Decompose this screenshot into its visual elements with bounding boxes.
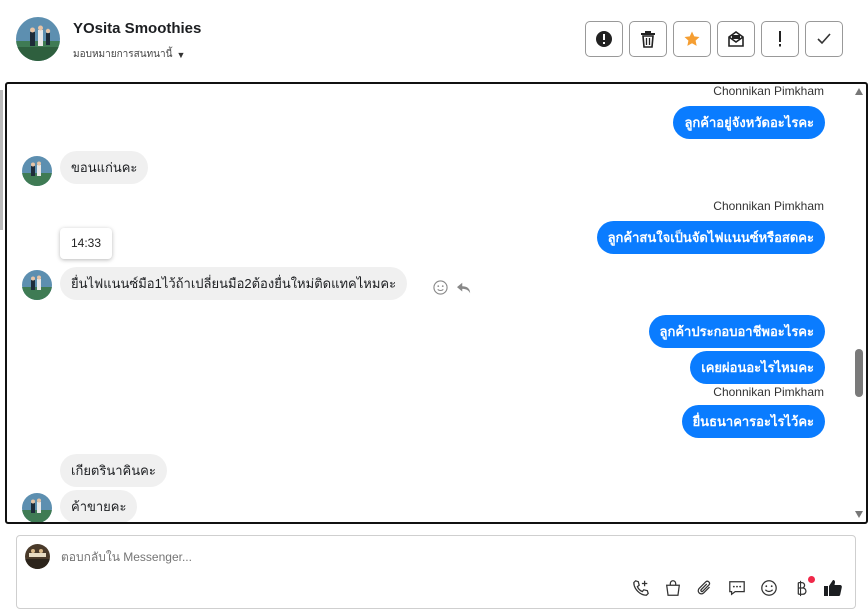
incoming-message[interactable]: ค้าขายคะ [60, 490, 138, 522]
exclamation-icon [779, 31, 781, 47]
mark-done-button[interactable] [805, 21, 843, 57]
inbox-conversation-view: YOsita Smoothies มอบหมายการสนทนานี้ ▼ Ch… [0, 0, 868, 612]
assign-conversation-dropdown[interactable]: มอบหมายการสนทนานี้ ▼ [73, 47, 185, 62]
baht-payment-icon[interactable] [791, 576, 815, 598]
reply-input[interactable] [61, 550, 621, 564]
outgoing-message[interactable]: ลูกค้าประกอบอาชีพอะไรคะ [648, 315, 825, 348]
outgoing-message[interactable]: ยื่นธนาคารอะไรไว้คะ [681, 405, 825, 438]
follow-up-button[interactable] [761, 21, 799, 57]
page-avatar [25, 544, 50, 569]
mark-unread-button[interactable] [717, 21, 755, 57]
outgoing-message[interactable]: เคยผ่อนอะไรไหมคะ [690, 351, 825, 384]
delete-button[interactable] [629, 21, 667, 57]
phone-plus-icon[interactable] [631, 578, 651, 598]
outgoing-message[interactable]: ลูกค้าสนใจเป็นจัดไฟแนนซ์หรือสดคะ [596, 221, 825, 254]
conversation-header: YOsita Smoothies มอบหมายการสนทนานี้ ▼ [0, 0, 868, 80]
message-time-tooltip: 14:33 [60, 228, 112, 259]
contact-avatar-small [22, 270, 52, 300]
contact-avatar-small [22, 156, 52, 186]
exclamation-circle-icon [596, 31, 612, 47]
outgoing-message[interactable]: ลูกค้าอยู่จังหวัดอะไรคะ [673, 106, 825, 139]
message-sender: Chonnikan Pimkham [713, 385, 824, 399]
contact-avatar-small [22, 493, 52, 522]
emoji-icon[interactable] [759, 578, 779, 598]
reply-icon[interactable] [456, 281, 472, 295]
message-sender: Chonnikan Pimkham [713, 199, 824, 213]
checkmark-icon [817, 33, 831, 45]
incoming-message[interactable]: ยื่นไฟแนนซ์มือ1ไว้ถ้าเปลี่ยนมือ2ต้องยื่น… [60, 267, 408, 300]
contact-name: YOsita Smoothies [73, 20, 202, 37]
assign-conversation-label: มอบหมายการสนทนานี้ [73, 49, 173, 60]
react-emoji-icon[interactable] [433, 280, 448, 295]
message-hover-actions [433, 280, 472, 295]
scroll-up-arrow-icon[interactable] [855, 88, 863, 95]
incoming-message[interactable]: เกียตรินาคินคะ [60, 454, 167, 487]
left-panel-edge [0, 90, 3, 230]
message-thread[interactable]: Chonnikan Pimkham ลูกค้าอยู่จังหวัดอะไรค… [5, 82, 868, 524]
saved-reply-icon[interactable] [727, 578, 747, 598]
composer-toolbar [631, 576, 843, 598]
star-icon [684, 31, 700, 46]
thread-scrollbar[interactable] [852, 84, 866, 522]
reply-composer [16, 535, 856, 609]
trash-icon [641, 31, 655, 48]
star-button[interactable] [673, 21, 711, 57]
caret-down-icon: ▼ [176, 49, 186, 60]
message-sender: Chonnikan Pimkham [713, 84, 824, 98]
incoming-message[interactable]: ขอนแก่นคะ [60, 151, 149, 184]
envelope-icon [728, 31, 744, 47]
report-spam-button[interactable] [585, 21, 623, 57]
paperclip-icon[interactable] [695, 578, 715, 598]
thumbs-up-icon[interactable] [823, 578, 843, 598]
scroll-down-arrow-icon[interactable] [855, 511, 863, 518]
notification-dot [808, 576, 815, 583]
conversation-actions [585, 21, 843, 57]
scroll-thumb[interactable] [855, 349, 863, 397]
contact-avatar[interactable] [16, 17, 60, 61]
shopping-bag-icon[interactable] [663, 578, 683, 598]
